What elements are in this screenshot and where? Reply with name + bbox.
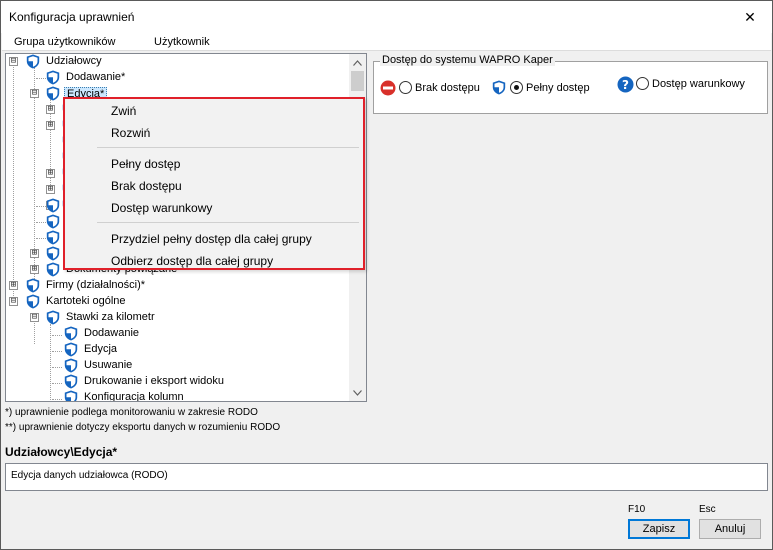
save-shortcut: F10	[628, 504, 646, 515]
shield-icon	[64, 374, 78, 389]
shield-icon	[64, 390, 78, 402]
cancel-shortcut: Esc	[699, 504, 716, 515]
radio-button[interactable]	[636, 77, 649, 90]
shield-icon	[46, 70, 60, 85]
shield-icon	[46, 198, 60, 213]
tree-item-kartoteki-ogolne[interactable]: ⊟ Kartoteki ogólne	[6, 294, 350, 310]
shield-icon	[46, 214, 60, 229]
expand-toggle[interactable]: ⊞	[46, 105, 55, 114]
expand-toggle[interactable]: ⊞	[46, 185, 55, 194]
tree-item-label: Edycja	[84, 343, 118, 355]
menu-separator	[97, 147, 359, 148]
tree-item-dodawanie-stawki[interactable]: Dodawanie	[6, 326, 350, 342]
tree-item-label: Dodawanie	[84, 327, 140, 339]
shield-icon	[46, 86, 60, 101]
tree-item-label: Usuwanie	[84, 359, 133, 371]
shield-icon	[64, 326, 78, 341]
tree-item-udzialowcy[interactable]: ⊟ Udziałowcy	[6, 54, 350, 70]
collapse-toggle[interactable]: ⊟	[30, 89, 39, 98]
radio-no-access[interactable]: Brak dostępu	[399, 81, 480, 94]
cancel-button[interactable]: Anuluj	[699, 519, 761, 539]
shield-icon	[26, 54, 40, 69]
tree-item-usuwanie[interactable]: Usuwanie	[6, 358, 350, 374]
tree-item-label: Firmy (działalności)*	[46, 279, 146, 291]
menu-item-full-access[interactable]: Pełny dostęp	[67, 153, 361, 175]
tab-bar: Grupa użytkowników Użytkownik	[2, 33, 771, 51]
shield-icon	[46, 310, 60, 325]
shield-icon	[492, 80, 506, 95]
radio-label: Dostęp warunkowy	[652, 77, 745, 90]
title-bar: Konfiguracja uprawnień ✕	[1, 1, 772, 33]
shield-icon	[26, 278, 40, 293]
selected-path: Udziałowcy\Edycja*	[5, 445, 118, 459]
tree-item-dodawanie[interactable]: Dodawanie*	[6, 70, 350, 86]
scroll-thumb[interactable]	[351, 71, 364, 91]
tree-item-label: Dodawanie*	[66, 71, 126, 83]
no-entry-icon	[380, 80, 396, 96]
menu-item-expand[interactable]: Rozwiń	[67, 122, 361, 144]
close-button[interactable]: ✕	[728, 1, 772, 33]
tree-item-label: Udziałowcy	[46, 55, 102, 67]
shield-icon	[64, 342, 78, 357]
chevron-down-icon	[353, 389, 362, 396]
permissions-window: Konfiguracja uprawnień ✕ Grupa użytkowni…	[0, 0, 773, 550]
tree-item-konfiguracja-kolumn[interactable]: Konfiguracja kolumn	[6, 390, 350, 402]
menu-item-conditional-access[interactable]: Dostęp warunkowy	[67, 197, 361, 219]
shield-icon	[46, 230, 60, 245]
tree-item-edycja-stawki[interactable]: Edycja	[6, 342, 350, 358]
scroll-down-button[interactable]	[349, 384, 366, 401]
tab-user[interactable]: Użytkownik	[154, 36, 210, 48]
menu-item-grant-group[interactable]: Przydziel pełny dostęp dla całej grupy	[67, 228, 361, 250]
radio-label: Pełny dostęp	[526, 81, 590, 94]
radio-button[interactable]	[510, 81, 523, 94]
tab-user-group[interactable]: Grupa użytkowników	[14, 36, 116, 48]
rodo-export-note: **) uprawnienie dotyczy eksportu danych …	[5, 422, 281, 433]
expand-toggle[interactable]: ⊞	[46, 121, 55, 130]
radio-conditional-access[interactable]: Dostęp warunkowy	[636, 77, 745, 90]
shield-icon	[26, 294, 40, 309]
tree-item-label: Stawki za kilometr	[66, 311, 155, 323]
close-icon: ✕	[744, 8, 756, 25]
rodo-monitoring-note: *) uprawnienie podlega monitorowaniu w z…	[5, 407, 258, 418]
menu-item-revoke-group[interactable]: Odbierz dostęp dla całej grupy	[67, 250, 361, 272]
access-legend: Dostęp do systemu WAPRO Kaper	[380, 54, 555, 66]
collapse-toggle[interactable]: ⊟	[9, 297, 18, 306]
radio-label: Brak dostępu	[415, 81, 480, 94]
collapse-toggle[interactable]: ⊟	[30, 313, 39, 322]
collapse-toggle[interactable]: ⊟	[9, 57, 18, 66]
expand-toggle[interactable]: ⊞	[9, 281, 18, 290]
save-button[interactable]: Zapisz	[628, 519, 690, 539]
svg-text:?: ?	[622, 78, 629, 92]
shield-icon	[46, 262, 60, 277]
question-icon: ?	[617, 76, 634, 93]
shield-icon	[64, 358, 78, 373]
tree-item-firmy[interactable]: ⊞ Firmy (działalności)*	[6, 278, 350, 294]
context-menu: Zwiń Rozwiń Pełny dostęp Brak dostępu Do…	[63, 97, 365, 270]
tree-item-drukowanie[interactable]: Drukowanie i eksport widoku	[6, 374, 350, 390]
tree-item-label: Drukowanie i eksport widoku	[84, 375, 225, 387]
menu-item-no-access[interactable]: Brak dostępu	[67, 175, 361, 197]
tree-item-label: Konfiguracja kolumn	[84, 391, 184, 402]
menu-item-collapse[interactable]: Zwiń	[67, 100, 361, 122]
permission-description: Edycja danych udziałowca (RODO)	[5, 463, 768, 491]
shield-icon	[46, 246, 60, 261]
radio-full-access[interactable]: Pełny dostęp	[510, 81, 590, 94]
scroll-up-button[interactable]	[349, 54, 366, 71]
expand-toggle[interactable]: ⊞	[46, 169, 55, 178]
chevron-up-icon	[353, 59, 362, 66]
tree-item-stawki-za-kilometr[interactable]: ⊟ Stawki za kilometr	[6, 310, 350, 326]
expand-toggle[interactable]: ⊞	[30, 265, 39, 274]
tree-item-label: Kartoteki ogólne	[46, 295, 126, 307]
expand-toggle[interactable]: ⊞	[30, 249, 39, 258]
window-title: Konfiguracja uprawnień	[9, 10, 135, 24]
access-groupbox: Dostęp do systemu WAPRO Kaper Brak dostę…	[373, 54, 768, 114]
menu-separator	[97, 222, 359, 223]
radio-button[interactable]	[399, 81, 412, 94]
